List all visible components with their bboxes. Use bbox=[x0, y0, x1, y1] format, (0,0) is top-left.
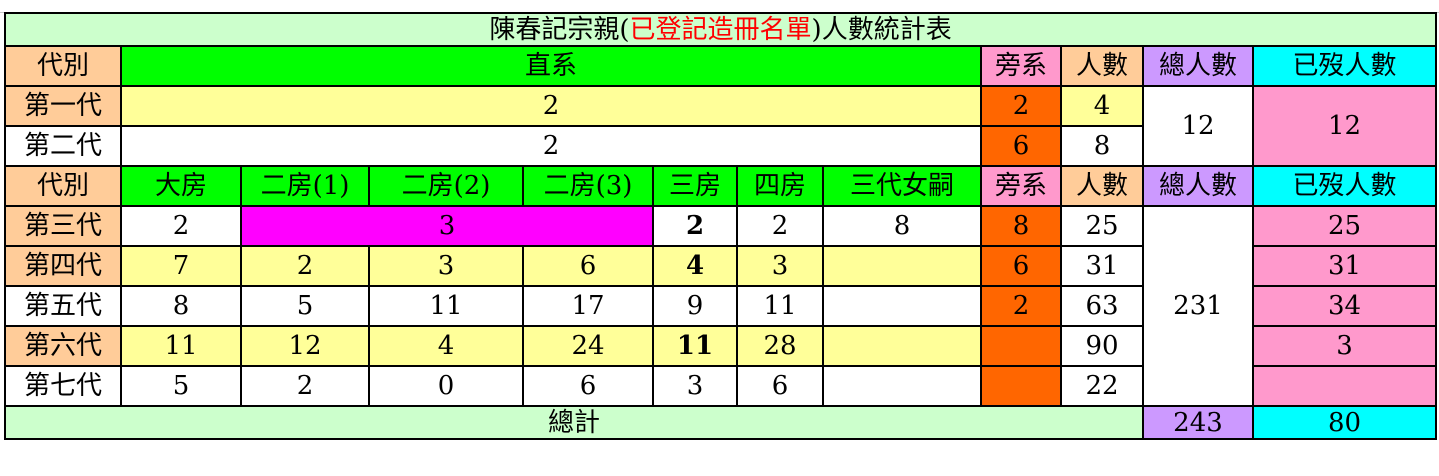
branch-value: 0 bbox=[368, 365, 524, 407]
branch-value: 2 bbox=[240, 245, 370, 287]
generation-label: 第二代 bbox=[4, 125, 122, 167]
deceased-value: 3 bbox=[1251, 325, 1438, 367]
branch-value: 6 bbox=[736, 365, 824, 407]
header-branch: 二房(2) bbox=[368, 165, 524, 207]
header-branch: 二房(3) bbox=[522, 165, 654, 207]
header-generation: 代別 bbox=[4, 45, 122, 87]
branch-value: 3 bbox=[736, 245, 824, 287]
title-prefix: 陳春記宗親( bbox=[489, 14, 630, 45]
header-generation: 代別 bbox=[4, 165, 122, 207]
collateral-value: 2 bbox=[980, 285, 1062, 327]
summary-row: 總計 243 80 bbox=[4, 405, 1438, 440]
branch-value: 2 bbox=[652, 205, 738, 247]
collateral-value: 2 bbox=[980, 85, 1062, 127]
deceased-value: 34 bbox=[1251, 285, 1438, 327]
collateral-value bbox=[980, 365, 1062, 407]
branch-value: 4 bbox=[652, 245, 738, 287]
header-branch: 三房 bbox=[652, 165, 738, 207]
generation-label: 第五代 bbox=[4, 285, 122, 327]
collateral-value bbox=[980, 325, 1062, 367]
generation-label: 第七代 bbox=[4, 365, 122, 407]
direct-value: 2 bbox=[120, 125, 982, 167]
header-total: 總人數 bbox=[1142, 45, 1254, 87]
generation-label: 第六代 bbox=[4, 325, 122, 367]
title-row: 陳春記宗親(已登記造冊名單)人數統計表 bbox=[3, 12, 1438, 47]
header-total: 總人數 bbox=[1142, 165, 1254, 207]
branch-value: 6 bbox=[522, 245, 654, 287]
branch-value bbox=[822, 325, 982, 367]
header-collateral: 旁系 bbox=[980, 165, 1062, 207]
generation-label: 第四代 bbox=[4, 245, 122, 287]
branch-value: 11 bbox=[652, 325, 738, 367]
table-title: 陳春記宗親(已登記造冊名單)人數統計表 bbox=[3, 12, 1438, 47]
branch-value: 24 bbox=[522, 325, 654, 367]
header-count: 人數 bbox=[1060, 45, 1144, 87]
count-value: 31 bbox=[1060, 245, 1144, 287]
header-row-1: 代別 直系 旁系 人數 總人數 已歿人數 bbox=[4, 45, 1438, 87]
title-highlight: 已登記造冊名單 bbox=[629, 14, 812, 45]
spreadsheet-sheet: 陳春記宗親(已登記造冊名單)人數統計表 代別 直系 旁系 人數 總人數 已歿人數… bbox=[0, 0, 1439, 476]
header-count: 人數 bbox=[1060, 165, 1144, 207]
direct-value: 2 bbox=[120, 85, 982, 127]
branch-value: 8 bbox=[822, 205, 982, 247]
branch-value: 5 bbox=[240, 285, 370, 327]
summary-deceased: 80 bbox=[1251, 405, 1438, 440]
branch-value: 4 bbox=[368, 325, 524, 367]
summary-label: 總計 bbox=[4, 405, 1144, 440]
count-value: 4 bbox=[1060, 85, 1144, 127]
header-collateral: 旁系 bbox=[980, 45, 1062, 87]
group-total-value: 231 bbox=[1142, 205, 1254, 407]
deceased-value: 25 bbox=[1251, 205, 1438, 247]
generation-label: 第一代 bbox=[4, 85, 122, 127]
header-deceased: 已歿人數 bbox=[1251, 45, 1438, 87]
count-value: 25 bbox=[1060, 205, 1144, 247]
header-deceased: 已歿人數 bbox=[1251, 165, 1438, 207]
branch-value: 12 bbox=[240, 325, 370, 367]
branch-value: 7 bbox=[120, 245, 242, 287]
group-total-value: 12 bbox=[1142, 85, 1254, 167]
branch-value: 8 bbox=[120, 285, 242, 327]
deceased-value bbox=[1251, 365, 1438, 407]
statistics-table: 陳春記宗親(已登記造冊名單)人數統計表 代別 直系 旁系 人數 總人數 已歿人數… bbox=[3, 12, 1438, 440]
header-row-2: 代別 大房 二房(1) 二房(2) 二房(3) 三房 四房 三代女嗣 旁系 人數… bbox=[4, 165, 1438, 207]
table-row-gen3: 第三代 2 3 2 2 8 8 25 231 25 bbox=[4, 205, 1438, 407]
summary-total: 243 bbox=[1142, 405, 1254, 440]
count-value: 90 bbox=[1060, 325, 1144, 367]
branch-value bbox=[822, 245, 982, 287]
branch-value: 2 bbox=[120, 205, 242, 247]
header-branch: 三代女嗣 bbox=[822, 165, 982, 207]
branch-value: 5 bbox=[120, 365, 242, 407]
table-row-gen1: 第一代 2 2 4 12 12 bbox=[4, 85, 1438, 167]
branch-value: 17 bbox=[522, 285, 654, 327]
branch-value: 9 bbox=[652, 285, 738, 327]
branch-value-merged: 3 bbox=[240, 205, 654, 247]
count-value: 8 bbox=[1060, 125, 1144, 167]
branch-value: 3 bbox=[652, 365, 738, 407]
count-value: 63 bbox=[1060, 285, 1144, 327]
group-deceased-value: 12 bbox=[1251, 85, 1438, 167]
collateral-value: 8 bbox=[980, 205, 1062, 247]
collateral-value: 6 bbox=[980, 245, 1062, 287]
branch-value: 6 bbox=[522, 365, 654, 407]
branch-value: 11 bbox=[736, 285, 824, 327]
branch-value: 3 bbox=[368, 245, 524, 287]
branch-value: 11 bbox=[120, 325, 242, 367]
branch-value: 2 bbox=[240, 365, 370, 407]
deceased-value: 31 bbox=[1251, 245, 1438, 287]
header-branch: 大房 bbox=[120, 165, 242, 207]
header-branch: 四房 bbox=[736, 165, 824, 207]
branch-value: 28 bbox=[736, 325, 824, 367]
generation-label: 第三代 bbox=[4, 205, 122, 247]
count-value: 22 bbox=[1060, 365, 1144, 407]
branch-value bbox=[822, 285, 982, 327]
header-branch: 二房(1) bbox=[240, 165, 370, 207]
branch-value: 2 bbox=[736, 205, 824, 247]
branch-value: 11 bbox=[368, 285, 524, 327]
branch-value bbox=[822, 365, 982, 407]
collateral-value: 6 bbox=[980, 125, 1062, 167]
header-direct: 直系 bbox=[120, 45, 982, 87]
title-suffix: )人數統計表 bbox=[811, 14, 952, 45]
